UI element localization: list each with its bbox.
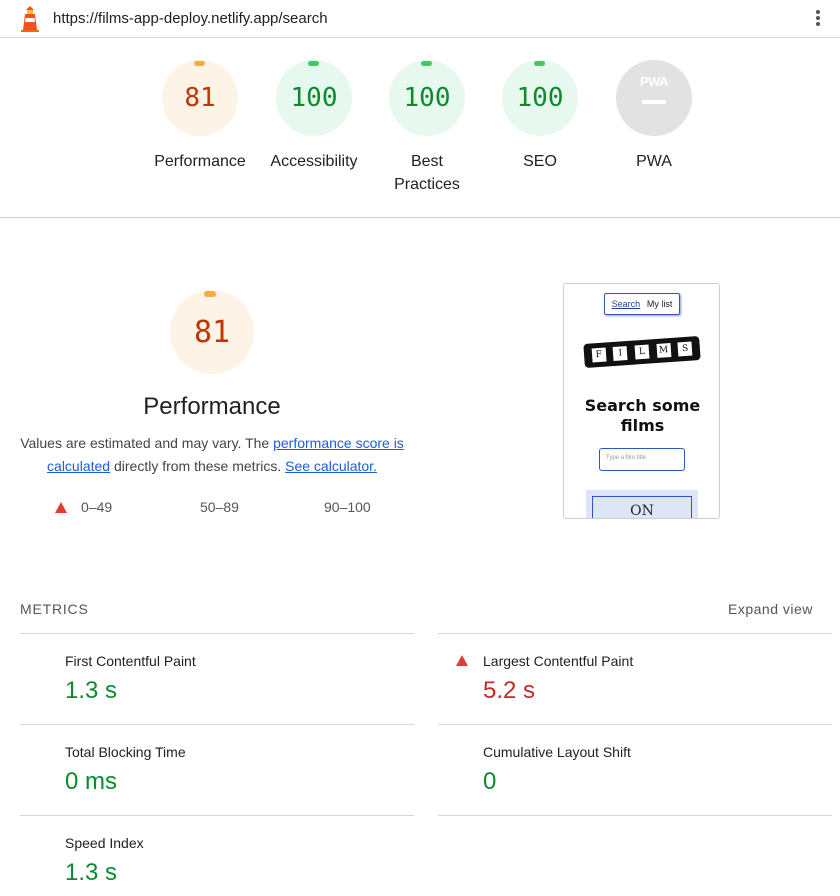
score-circle: 81 xyxy=(162,60,238,136)
metric-cumulative-layout-shift: Cumulative Layout Shift 0 xyxy=(438,724,832,815)
legend-pass: 90–100 xyxy=(324,499,371,515)
gauge-label: Accessibility xyxy=(270,153,358,170)
metric-value: 1.3 s xyxy=(65,859,118,886)
expand-view-button[interactable]: Expand view xyxy=(728,601,813,617)
gauge-label: Performance xyxy=(154,153,246,170)
metric-first-contentful-paint: First Contentful Paint 1.3 s xyxy=(20,633,414,724)
metric-name: Largest Contentful Paint xyxy=(483,653,634,669)
score-circle: 100 xyxy=(276,60,352,136)
thumb-nav: Search My list xyxy=(604,293,680,315)
films-logo: F I L M S xyxy=(583,335,701,369)
legend-average: 50–89 xyxy=(200,499,239,515)
metric-largest-contentful-paint: Largest Contentful Paint 5.2 s xyxy=(438,633,832,724)
gauge-accessibility[interactable]: 100 Accessibility xyxy=(259,60,369,173)
score-circle: 100 xyxy=(502,60,578,136)
red-triangle-icon xyxy=(55,502,67,513)
thumb-button: ON xyxy=(586,490,698,518)
red-triangle-icon xyxy=(456,655,468,666)
metric-value: 1.3 s xyxy=(65,677,118,704)
thumb-search-input: Type a film title xyxy=(599,448,685,471)
metric-name: First Contentful Paint xyxy=(65,653,196,669)
score-circle: 100 xyxy=(389,60,465,136)
metric-value: 5.2 s xyxy=(483,677,536,704)
metric-value: 0 ms xyxy=(65,768,118,795)
metric-total-blocking-time: Total Blocking Time 0 ms xyxy=(20,724,414,815)
see-calculator-link[interactable]: See calculator. xyxy=(285,458,377,474)
metric-name: Speed Index xyxy=(65,835,144,851)
metric-speed-index: Speed Index 1.3 s xyxy=(20,815,414,896)
url-bar[interactable]: https://films-app-deploy.netlify.app/sea… xyxy=(53,10,328,27)
page-screenshot-thumbnail[interactable]: Search My list F I L M S Search some fil… xyxy=(563,283,720,519)
performance-score-gauge: 81 xyxy=(170,290,254,374)
metric-value: 0 xyxy=(483,768,497,795)
gauge-best-practices[interactable]: 100 Best Practices xyxy=(372,60,482,196)
metric-name: Cumulative Layout Shift xyxy=(483,744,631,760)
lighthouse-icon xyxy=(21,6,39,32)
metric-name: Total Blocking Time xyxy=(65,744,186,760)
top-bar: https://films-app-deploy.netlify.app/sea… xyxy=(0,0,840,38)
thumb-heading: Search some films xyxy=(584,396,701,435)
gauge-seo[interactable]: 100 SEO xyxy=(485,60,595,173)
metrics-heading: METRICS xyxy=(20,601,89,617)
gauge-performance[interactable]: 81 Performance xyxy=(145,60,255,173)
metric-divider xyxy=(438,815,832,816)
kebab-menu-icon[interactable] xyxy=(808,8,828,30)
performance-title: Performance xyxy=(143,393,281,420)
gauge-label: SEO xyxy=(523,153,557,170)
legend-fail: 0–49 xyxy=(55,499,112,515)
gauge-pwa[interactable]: PWA PWA xyxy=(599,60,709,173)
pwa-logo: PWA xyxy=(639,74,669,89)
gauge-label: Best Practices xyxy=(394,153,460,193)
gauge-label: PWA xyxy=(636,153,672,170)
pwa-icon: PWA xyxy=(616,60,692,136)
performance-description: Values are estimated and may vary. The p… xyxy=(20,435,404,474)
score-summary: 81 Performance 100 Accessibility 100 Bes… xyxy=(0,38,840,218)
